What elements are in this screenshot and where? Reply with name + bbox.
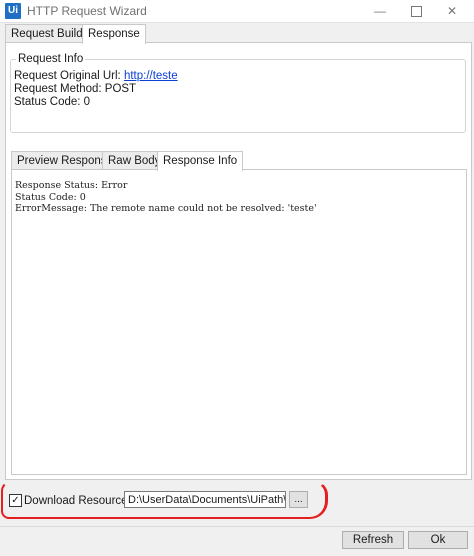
response-status-line: Response Status: Error (15, 180, 128, 191)
uipath-app-icon: Ui (5, 3, 21, 19)
maximize-button[interactable] (398, 0, 434, 22)
window-title: HTTP Request Wizard (27, 4, 147, 18)
refresh-button[interactable]: Refresh (342, 531, 404, 549)
minimize-icon: — (374, 4, 386, 18)
response-panel: Request Info Request Original Url: http:… (5, 42, 472, 480)
tab-response-info[interactable]: Response Info (157, 151, 244, 171)
close-icon: ✕ (446, 4, 458, 18)
response-info-panel: Response Status: Error Status Code: 0 Er… (11, 169, 467, 475)
request-url-line: Request Original Url: http://teste (14, 70, 178, 82)
checkmark-icon: ✓ (11, 495, 20, 506)
request-url-link[interactable]: http://teste (124, 70, 178, 82)
request-info-legend: Request Info (16, 53, 86, 65)
maximize-icon (410, 6, 422, 18)
request-url-label: Request Original Url: (14, 70, 121, 82)
minimize-button[interactable]: — (362, 0, 398, 22)
tab-response[interactable]: Response (82, 24, 146, 44)
download-path-input[interactable]: D:\UserData\Documents\UiPath\Teste (124, 491, 286, 508)
error-message-line: ErrorMessage: The remote name could not … (15, 203, 317, 214)
download-resource-checkbox[interactable]: ✓ (9, 494, 22, 507)
status-code-text: Status Code: 0 (14, 96, 91, 108)
title-bar: Ui HTTP Request Wizard — ✕ (0, 0, 474, 23)
download-resource-row: ✓ Download Resource D:\UserData\Document… (0, 486, 474, 516)
footer-divider (0, 526, 474, 527)
browse-button[interactable]: ... (289, 491, 308, 508)
close-button[interactable]: ✕ (434, 0, 470, 22)
ok-button[interactable]: Ok (408, 531, 468, 549)
request-method-text: Request Method: POST (14, 83, 137, 95)
status-code-line: Status Code: 0 (15, 191, 86, 203)
response-info-text[interactable]: Response Status: Error Status Code: 0 Er… (15, 180, 317, 215)
download-resource-label[interactable]: Download Resource (24, 495, 128, 507)
